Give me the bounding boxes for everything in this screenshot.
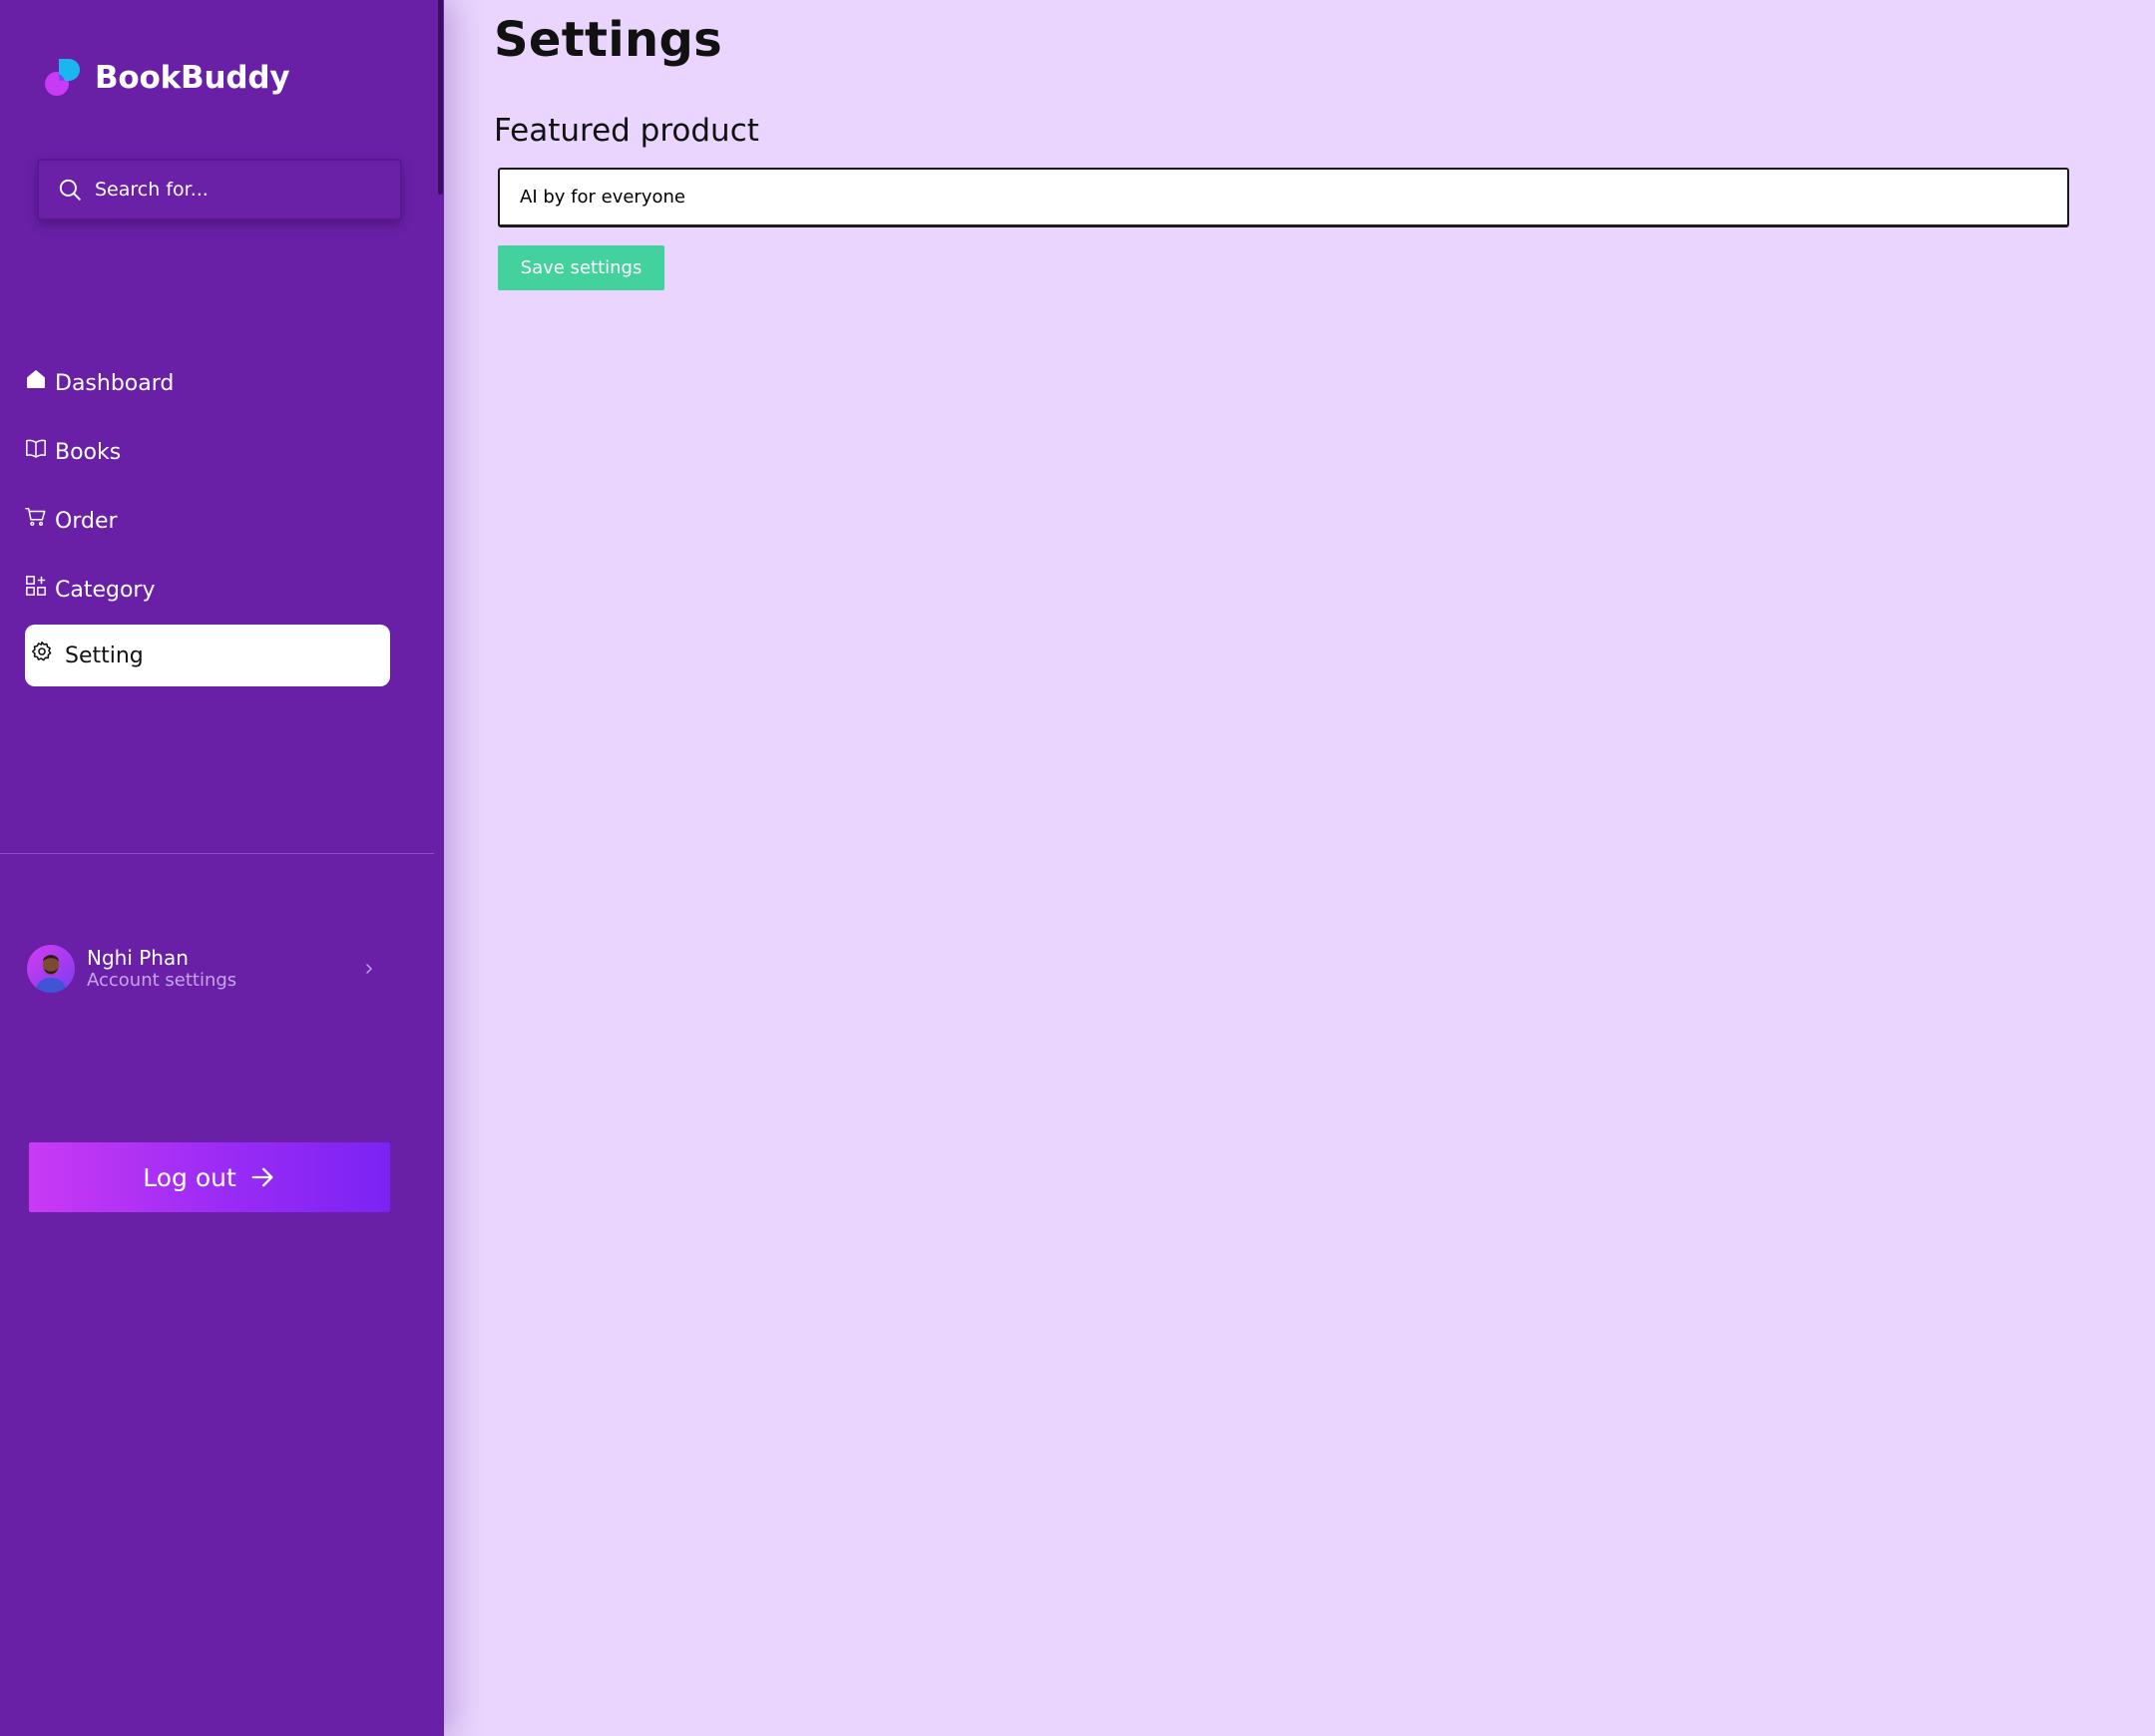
sidebar-item-dashboard[interactable]: Dashboard xyxy=(25,361,390,405)
featured-product-label: Featured product xyxy=(494,113,759,149)
account-settings-link[interactable]: Account settings xyxy=(87,970,236,992)
grid-icon xyxy=(26,576,46,596)
search-icon xyxy=(59,179,81,201)
sidebar-scrollbar[interactable] xyxy=(438,0,443,195)
gear-icon xyxy=(32,642,52,661)
search-input[interactable] xyxy=(95,179,374,201)
logo-icon xyxy=(45,59,80,96)
logout-label: Log out xyxy=(143,1162,236,1192)
sidebar-item-label: Order xyxy=(55,508,118,534)
search-box[interactable] xyxy=(37,159,402,220)
sidebar-item-label: Setting xyxy=(65,643,144,668)
chevron-right-icon[interactable] xyxy=(362,962,376,976)
sidebar-item-label: Dashboard xyxy=(55,370,175,396)
save-settings-button[interactable]: Save settings xyxy=(498,245,664,290)
page-title: Settings xyxy=(494,12,722,68)
book-icon xyxy=(26,439,46,458)
sidebar-divider xyxy=(0,853,434,854)
user-name: Nghi Phan xyxy=(87,946,189,970)
sidebar-item-order[interactable]: Order xyxy=(25,499,390,543)
arrow-right-icon xyxy=(251,1167,273,1187)
logout-button[interactable]: Log out xyxy=(29,1142,390,1212)
sidebar-item-label: Books xyxy=(55,439,122,465)
avatar xyxy=(27,945,75,993)
home-icon xyxy=(27,370,45,388)
sidebar-item-books[interactable]: Books xyxy=(25,430,390,474)
user-profile[interactable]: Nghi Phan Account settings xyxy=(27,942,376,996)
app-logo[interactable]: BookBuddy xyxy=(43,55,290,101)
sidebar: BookBuddy Dashboard Books Order xyxy=(0,0,444,1736)
sidebar-item-label: Category xyxy=(55,577,156,603)
cart-icon xyxy=(25,508,46,526)
featured-product-input[interactable] xyxy=(498,168,2069,227)
sidebar-item-setting[interactable]: Setting xyxy=(25,625,390,686)
app-name: BookBuddy xyxy=(95,60,290,96)
sidebar-item-category[interactable]: Category xyxy=(25,568,390,612)
main-content: Settings Featured product Save settings xyxy=(444,0,2155,1736)
